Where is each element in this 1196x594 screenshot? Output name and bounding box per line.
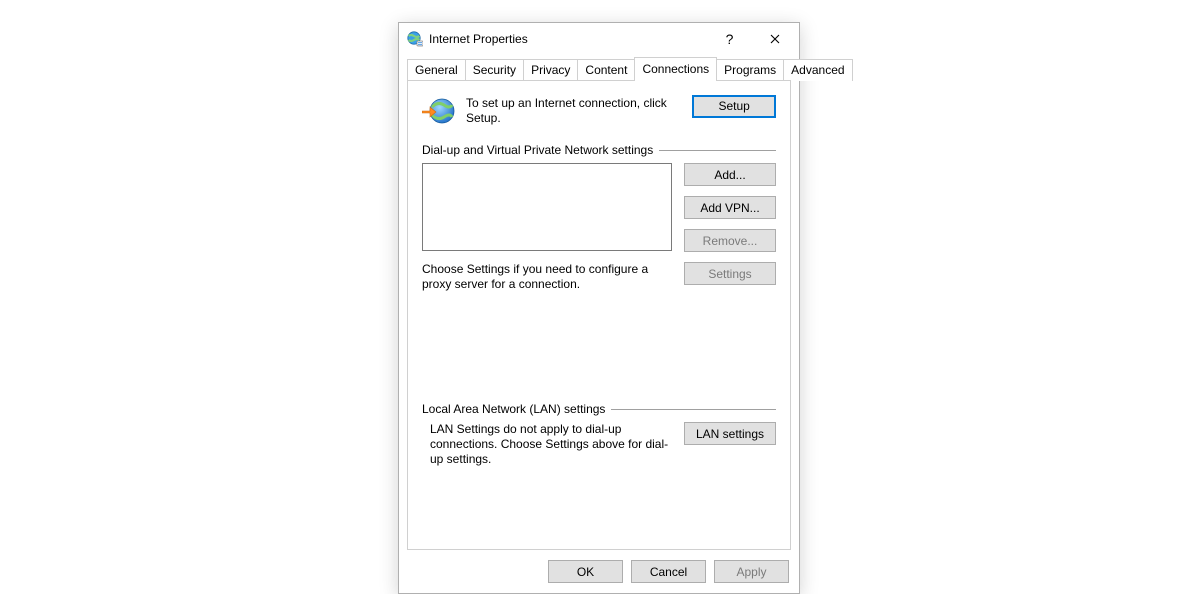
tab-security[interactable]: Security [465,59,524,81]
globe-arrow-icon [422,95,456,129]
dialup-group-label: Dial-up and Virtual Private Network sett… [422,143,653,157]
tab-general[interactable]: General [407,59,466,81]
lan-settings-button[interactable]: LAN settings [684,422,776,445]
help-button[interactable]: ? [707,24,752,54]
dialup-group-header: Dial-up and Virtual Private Network sett… [422,143,776,157]
lan-group-label: Local Area Network (LAN) settings [422,402,605,416]
separator-line [611,409,776,410]
tab-advanced[interactable]: Advanced [783,59,852,81]
tab-privacy[interactable]: Privacy [523,59,578,81]
close-button[interactable] [752,24,797,54]
dialog-footer: OK Cancel Apply [399,550,799,593]
tab-programs[interactable]: Programs [716,59,784,81]
ok-button[interactable]: OK [548,560,623,583]
window-title: Internet Properties [429,32,707,46]
lan-hint-text: LAN Settings do not apply to dial-up con… [422,422,672,467]
internet-options-icon [407,31,423,47]
setup-button[interactable]: Setup [692,95,776,118]
add-vpn-button[interactable]: Add VPN... [684,196,776,219]
cancel-button[interactable]: Cancel [631,560,706,583]
tab-connections[interactable]: Connections [634,57,717,80]
lan-group-header: Local Area Network (LAN) settings [422,402,776,416]
tab-strip: General Security Privacy Content Connect… [407,57,791,80]
apply-button[interactable]: Apply [714,560,789,583]
internet-properties-dialog: Internet Properties ? General Security P… [398,22,800,594]
connections-listbox[interactable] [422,163,672,251]
setup-instruction-text: To set up an Internet connection, click … [466,95,682,126]
separator-line [659,150,776,151]
tabs-container: General Security Privacy Content Connect… [399,55,799,550]
tab-panel-connections: To set up an Internet connection, click … [407,80,791,550]
remove-button[interactable]: Remove... [684,229,776,252]
add-button[interactable]: Add... [684,163,776,186]
tab-content[interactable]: Content [577,59,635,81]
titlebar: Internet Properties ? [399,23,799,55]
settings-button[interactable]: Settings [684,262,776,285]
proxy-settings-hint: Choose Settings if you need to configure… [422,262,672,292]
